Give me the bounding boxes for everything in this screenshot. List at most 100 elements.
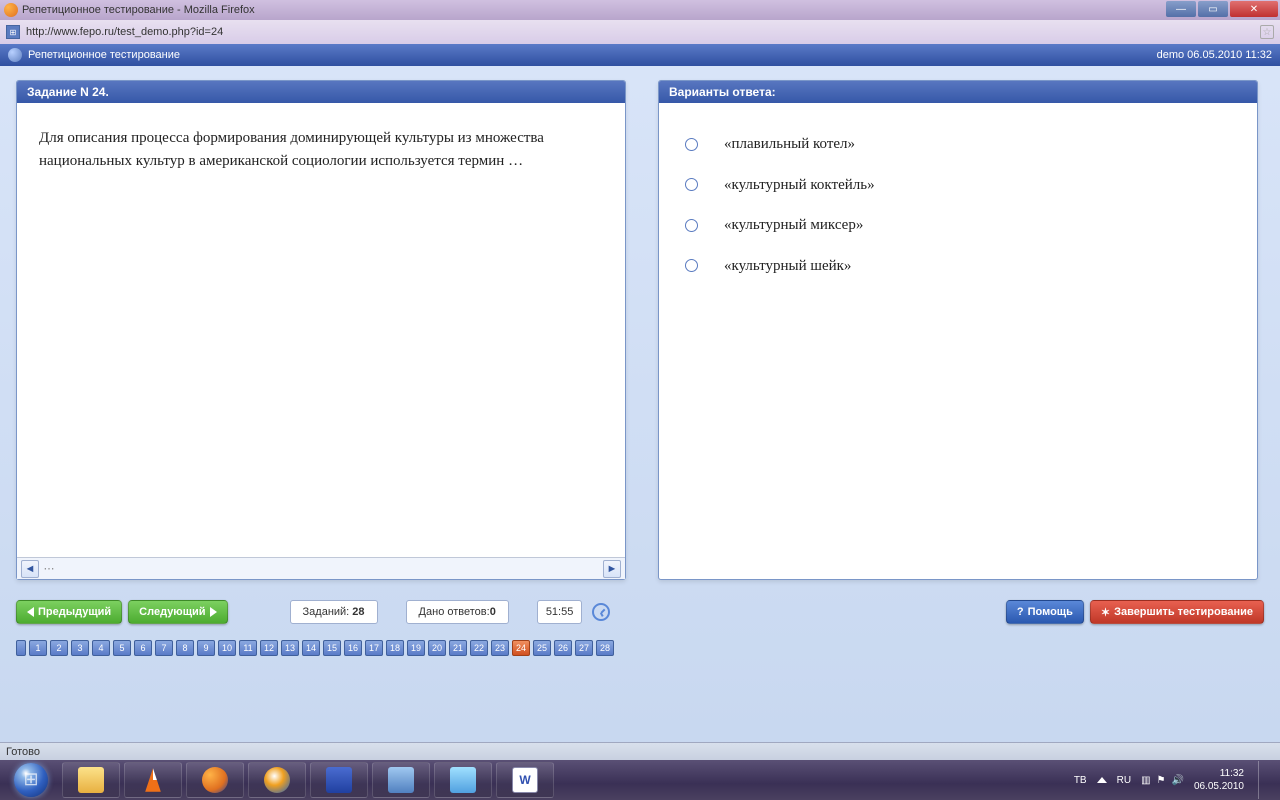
show-desktop-button[interactable] xyxy=(1258,761,1268,799)
answered-counter: Дано ответов:0 xyxy=(406,600,509,624)
page-button-16[interactable]: 16 xyxy=(344,640,362,656)
taskbar-app1[interactable] xyxy=(372,762,430,798)
page-button-10[interactable]: 10 xyxy=(218,640,236,656)
help-icon: ? xyxy=(1017,606,1024,618)
pager: 1234567891011121314151617181920212223242… xyxy=(16,640,1264,656)
taskbar-vlc[interactable] xyxy=(124,762,182,798)
page-button-1[interactable]: 1 xyxy=(29,640,47,656)
question-panel: Задание N 24. Для описания процесса форм… xyxy=(16,80,626,580)
question-nav: ◄ ⋯ ► xyxy=(17,557,625,579)
timer-box: 51:55 xyxy=(537,600,583,624)
page-button-19[interactable]: 19 xyxy=(407,640,425,656)
page-button-6[interactable]: 6 xyxy=(134,640,152,656)
taskbar-save[interactable] xyxy=(310,762,368,798)
app-title: Репетиционное тестирование xyxy=(28,49,180,61)
page-button-7[interactable]: 7 xyxy=(155,640,173,656)
radio-icon[interactable] xyxy=(685,138,698,151)
page-button-5[interactable]: 5 xyxy=(113,640,131,656)
answers-panel: Варианты ответа: «плавильный котел»«куль… xyxy=(658,80,1258,580)
finish-button[interactable]: ✶ Завершить тестирование xyxy=(1090,600,1264,624)
rss-icon[interactable]: ☆ xyxy=(1260,25,1274,39)
page-button-26[interactable]: 26 xyxy=(554,640,572,656)
answer-text: «культурный шейк» xyxy=(724,255,851,278)
taskbar-explorer[interactable] xyxy=(62,762,120,798)
page-button-18[interactable]: 18 xyxy=(386,640,404,656)
session-info: demo 06.05.2010 11:32 xyxy=(1157,49,1272,61)
page-button-28[interactable]: 28 xyxy=(596,640,614,656)
answer-option[interactable]: «культурный миксер» xyxy=(681,214,1235,237)
page-button-27[interactable]: 27 xyxy=(575,640,593,656)
tray-network-icon[interactable]: ⚑ xyxy=(1157,775,1166,786)
window-titlebar: Репетиционное тестирование - Mozilla Fir… xyxy=(0,0,1280,20)
page-button-2[interactable]: 2 xyxy=(50,640,68,656)
page-button-23[interactable]: 23 xyxy=(491,640,509,656)
page-button-4[interactable]: 4 xyxy=(92,640,110,656)
url-text[interactable]: http://www.fepo.ru/test_demo.php?id=24 xyxy=(26,26,1254,38)
page-button-20[interactable]: 20 xyxy=(428,640,446,656)
scroll-right-button[interactable]: ► xyxy=(603,560,621,578)
clock-icon xyxy=(592,603,610,621)
scroll-left-button[interactable]: ◄ xyxy=(21,560,39,578)
tray-expand-icon[interactable] xyxy=(1097,777,1107,783)
taskbar-firefox[interactable] xyxy=(186,762,244,798)
system-tray: TB RU ▥ ⚑ 🔊 11:32 06.05.2010 xyxy=(1074,761,1276,799)
url-bar: ⊞ http://www.fepo.ru/test_demo.php?id=24… xyxy=(0,20,1280,44)
radio-icon[interactable] xyxy=(685,259,698,272)
tray-tb[interactable]: TB xyxy=(1074,775,1087,786)
window-minimize-button[interactable]: — xyxy=(1166,1,1196,17)
question-text: Для описания процесса формирования домин… xyxy=(17,103,625,557)
main-area: Задание N 24. Для описания процесса форм… xyxy=(0,66,1280,742)
windows-orb-icon xyxy=(14,763,48,797)
next-button[interactable]: Следующий xyxy=(128,600,227,624)
next-label: Следующий xyxy=(139,606,205,618)
page-button-9[interactable]: 9 xyxy=(197,640,215,656)
taskbar: W TB RU ▥ ⚑ 🔊 11:32 06.05.2010 xyxy=(0,760,1280,800)
page-button-14[interactable]: 14 xyxy=(302,640,320,656)
help-label: Помощь xyxy=(1028,606,1073,618)
window-close-button[interactable]: ✕ xyxy=(1230,1,1278,17)
window-title: Репетиционное тестирование - Mozilla Fir… xyxy=(22,4,255,16)
tray-volume-icon[interactable]: 🔊 xyxy=(1171,775,1183,786)
tray-lang[interactable]: RU xyxy=(1117,775,1131,786)
prev-label: Предыдущий xyxy=(38,606,111,618)
page-button-12[interactable]: 12 xyxy=(260,640,278,656)
taskbar-pictures[interactable] xyxy=(434,762,492,798)
answer-option[interactable]: «культурный шейк» xyxy=(681,255,1235,278)
start-button[interactable] xyxy=(4,762,58,798)
question-header: Задание N 24. xyxy=(17,81,625,103)
radio-icon[interactable] xyxy=(685,178,698,191)
globe-icon xyxy=(8,48,22,62)
answer-option[interactable]: «плавильный котел» xyxy=(681,133,1235,156)
answer-text: «культурный миксер» xyxy=(724,214,863,237)
page-button-25[interactable]: 25 xyxy=(533,640,551,656)
tray-flag-icon[interactable]: ▥ xyxy=(1141,775,1150,786)
taskbar-wmplayer[interactable] xyxy=(248,762,306,798)
answer-text: «плавильный котел» xyxy=(724,133,855,156)
arrow-left-icon xyxy=(27,607,34,617)
page-button-13[interactable]: 13 xyxy=(281,640,299,656)
page-button-11[interactable]: 11 xyxy=(239,640,257,656)
tray-time[interactable]: 11:32 xyxy=(1220,767,1244,780)
toolbar: Предыдущий Следующий Заданий: 28 Дано от… xyxy=(16,600,1264,624)
page-button-17[interactable]: 17 xyxy=(365,640,383,656)
radio-icon[interactable] xyxy=(685,219,698,232)
page-button-22[interactable]: 22 xyxy=(470,640,488,656)
tray-date[interactable]: 06.05.2010 xyxy=(1194,780,1244,793)
firefox-icon xyxy=(4,3,18,17)
answer-option[interactable]: «культурный коктейль» xyxy=(681,174,1235,197)
status-text: Готово xyxy=(6,746,40,758)
page-button-24[interactable]: 24 xyxy=(512,640,530,656)
page-button-21[interactable]: 21 xyxy=(449,640,467,656)
page-button-3[interactable]: 3 xyxy=(71,640,89,656)
arrow-right-icon xyxy=(210,607,217,617)
prev-button[interactable]: Предыдущий xyxy=(16,600,122,624)
taskbar-word[interactable]: W xyxy=(496,762,554,798)
help-button[interactable]: ? Помощь xyxy=(1006,600,1084,624)
page-button-8[interactable]: 8 xyxy=(176,640,194,656)
pager-start[interactable] xyxy=(16,640,26,656)
page-button-15[interactable]: 15 xyxy=(323,640,341,656)
site-favicon: ⊞ xyxy=(6,25,20,39)
exit-icon: ✶ xyxy=(1101,606,1110,619)
nav-dots: ⋯ xyxy=(39,560,59,578)
window-maximize-button[interactable]: ▭ xyxy=(1198,1,1228,17)
